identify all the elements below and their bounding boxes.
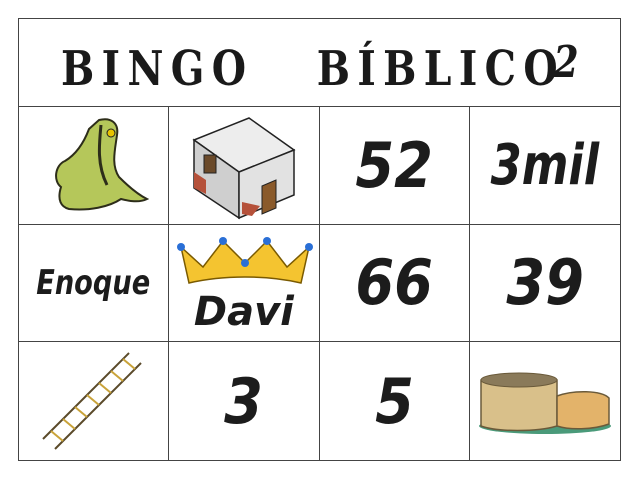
cell-text: 3mil xyxy=(490,132,600,198)
bingo-cell[interactable]: 3mil xyxy=(469,107,620,225)
cell-text: 39 xyxy=(506,246,584,320)
frog-icon xyxy=(54,118,149,211)
cell-text: 5 xyxy=(374,364,414,438)
cell-text: 52 xyxy=(355,128,433,202)
bingo-cell[interactable]: 52 xyxy=(319,107,470,225)
card-title: BINGO BÍBLICO2 xyxy=(61,37,586,97)
bingo-cell[interactable] xyxy=(19,107,170,225)
card-header: BINGO BÍBLICO2 xyxy=(19,19,620,107)
crown-icon xyxy=(177,236,314,284)
bingo-cell[interactable]: Enoque xyxy=(19,224,170,343)
cell-text: 66 xyxy=(355,246,433,320)
cell-text: Enoque xyxy=(36,262,151,303)
card-number: 2 xyxy=(553,37,587,88)
cell-text: 3 xyxy=(224,364,264,438)
bingo-cell[interactable]: 39 xyxy=(469,225,620,343)
bingo-cell[interactable]: 5 xyxy=(320,342,470,460)
bingo-cell[interactable]: 66 xyxy=(319,224,470,343)
title-text: BINGO BÍBLICO xyxy=(61,41,566,97)
bingo-cell[interactable] xyxy=(169,107,320,225)
bingo-cell[interactable]: 3 xyxy=(169,342,320,460)
bingo-card: BINGO BÍBLICO2 52 3mil Enoque Davi 66 39… xyxy=(18,18,621,461)
ladder-icon xyxy=(41,352,142,450)
well-icon xyxy=(478,372,611,435)
bingo-cell[interactable] xyxy=(470,342,620,460)
cell-text: Davi xyxy=(193,289,294,336)
house-icon xyxy=(192,117,296,220)
bingo-cell[interactable] xyxy=(19,342,170,460)
bingo-cell[interactable]: Davi xyxy=(169,224,320,343)
bingo-grid: 52 3mil Enoque Davi 66 39 3 5 xyxy=(19,107,620,460)
